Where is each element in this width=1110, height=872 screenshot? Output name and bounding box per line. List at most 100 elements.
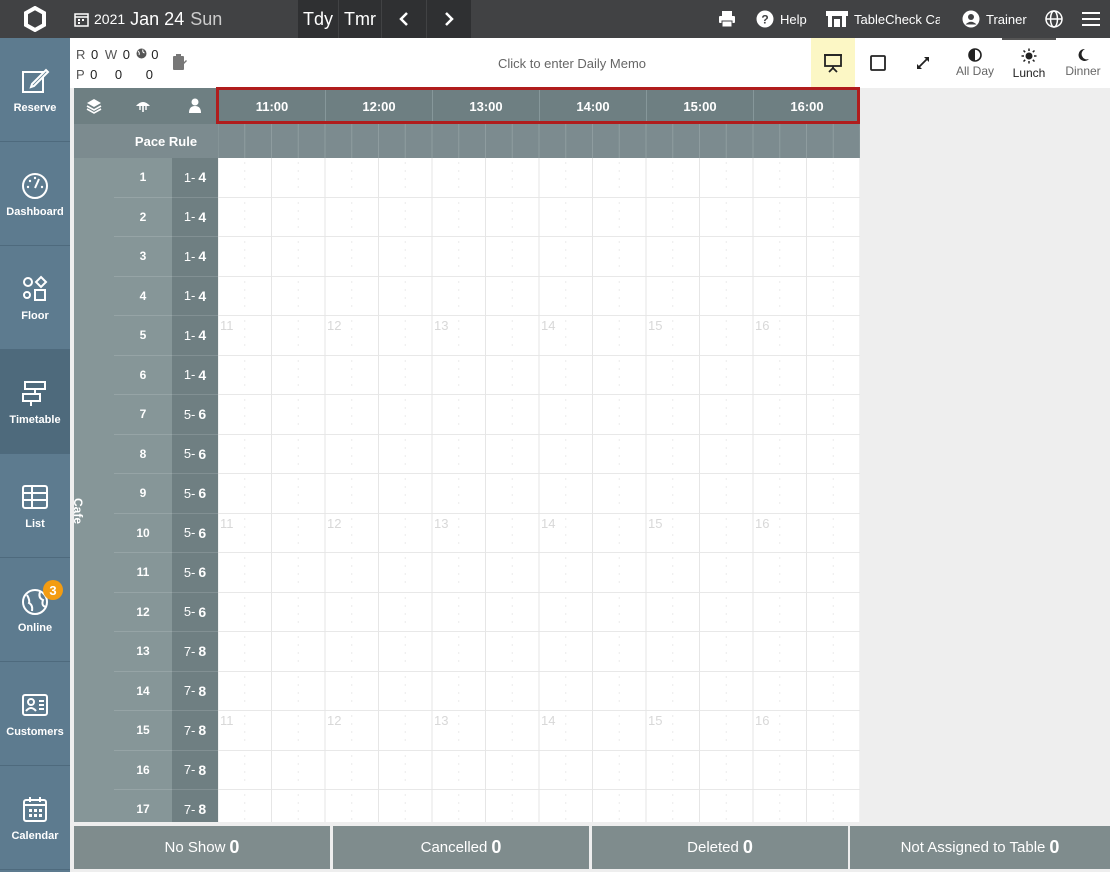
table-number[interactable]: 9	[114, 474, 172, 514]
time-slots[interactable]	[218, 158, 860, 198]
table-number[interactable]: 11	[114, 553, 172, 593]
not-assigned-button[interactable]: Not Assigned to Table 0	[850, 826, 1110, 869]
time-slots[interactable]	[218, 632, 860, 672]
user-name: Trainer	[986, 11, 1027, 27]
capacity-dash: -	[191, 406, 196, 422]
deleted-button[interactable]: Deleted 0	[592, 826, 848, 869]
nav-list[interactable]: List	[0, 454, 70, 558]
next-day-button[interactable]	[427, 0, 471, 38]
nav-customers[interactable]: Customers	[0, 662, 70, 766]
time-slots[interactable]: 11 12 13 14 15 16	[218, 513, 860, 554]
capacity-dash: -	[191, 801, 196, 817]
area-column-header[interactable]	[114, 88, 172, 124]
period-all-day[interactable]: All Day	[948, 38, 1002, 88]
table-number[interactable]: 6	[114, 355, 172, 395]
time-slots[interactable]	[218, 434, 860, 475]
prev-day-button[interactable]	[382, 0, 426, 38]
not-assigned-count: 0	[1049, 837, 1060, 857]
table-number[interactable]: 4	[114, 276, 172, 316]
time-slots[interactable]	[218, 750, 860, 791]
capacity-min: 1	[183, 209, 192, 225]
area-name: Cafe	[74, 498, 85, 525]
print-button[interactable]	[718, 0, 736, 38]
table-number[interactable]: 3	[114, 237, 172, 277]
help-label: Help	[780, 11, 807, 27]
capacity-column-header[interactable]	[172, 88, 218, 124]
presentation-view-button[interactable]	[811, 38, 855, 88]
table-number[interactable]: 2	[114, 197, 172, 237]
shop-selector[interactable]: TableCheck Cal	[826, 0, 940, 38]
layers-button[interactable]	[74, 88, 114, 124]
table-number[interactable]: 5	[114, 316, 172, 356]
cancelled-label: Cancelled	[420, 839, 488, 856]
date-picker[interactable]: 2021 Jan 24 Sun	[74, 0, 222, 38]
period-dinner[interactable]: Dinner	[1056, 38, 1110, 88]
table-number[interactable]: 13	[114, 632, 172, 672]
capacity-min: 1	[183, 288, 192, 304]
nav-label-list: List	[25, 517, 45, 530]
time-slots[interactable]	[218, 197, 860, 238]
cancelled-button[interactable]: Cancelled 0	[333, 826, 589, 869]
area-label-cafe: Cafe	[74, 158, 114, 822]
nav-dashboard[interactable]: Dashboard	[0, 142, 70, 246]
nav-online[interactable]: 3 Online	[0, 558, 70, 662]
stats-bottom: P 0 0 0	[76, 67, 153, 82]
table-number[interactable]: 8	[114, 434, 172, 474]
nav-floor[interactable]: Floor	[0, 246, 70, 350]
no-show-button[interactable]: No Show 0	[74, 826, 330, 869]
time-slots[interactable]	[218, 790, 860, 822]
time-slots[interactable]	[218, 474, 860, 514]
calendar-icon	[23, 796, 47, 822]
stat-p-value: 0	[90, 67, 98, 82]
table-number[interactable]: 15	[114, 711, 172, 751]
nav-reserve[interactable]: Reserve	[0, 38, 70, 142]
table-number[interactable]: 10	[114, 513, 172, 553]
nav-label-dashboard: Dashboard	[6, 205, 64, 218]
user-menu[interactable]: Trainer	[962, 0, 1027, 38]
time-slots[interactable]	[218, 592, 860, 633]
capacity-dash: -	[191, 485, 196, 501]
time-slots[interactable]	[218, 671, 860, 712]
stat-p3-value: 0	[145, 67, 154, 82]
table-number[interactable]: 14	[114, 671, 172, 711]
nav-calendar[interactable]: Calendar	[0, 766, 70, 870]
capacity-dash: -	[191, 722, 196, 738]
period-lunch[interactable]: Lunch	[1002, 38, 1056, 88]
hour-watermark: 16	[755, 318, 770, 333]
capacity-max: 4	[198, 169, 207, 186]
capacity-min: 5	[183, 446, 192, 462]
menu-button[interactable]	[1082, 0, 1100, 38]
app-logo-icon[interactable]	[0, 0, 70, 38]
time-slots[interactable]	[218, 276, 860, 317]
hour-watermark: 12	[327, 318, 342, 333]
expand-button[interactable]	[901, 38, 945, 88]
table-capacity: 5 -6	[172, 553, 218, 593]
nav-timetable[interactable]: Timetable	[0, 350, 70, 454]
expand-icon	[917, 57, 929, 69]
capacity-min: 1	[183, 169, 192, 185]
square-view-button[interactable]	[856, 38, 900, 88]
store-icon	[826, 11, 848, 27]
memo-clipboard-button[interactable]	[166, 38, 192, 88]
time-slots[interactable]	[218, 237, 860, 277]
help-button[interactable]: ? Help	[756, 0, 807, 38]
capacity-max: 8	[198, 682, 207, 699]
time-slots[interactable]	[218, 355, 860, 396]
capacity-max: 6	[198, 564, 207, 581]
time-slots[interactable]	[218, 395, 860, 435]
time-slots[interactable]: 11 12 13 14 15 16	[218, 316, 860, 356]
tomorrow-button[interactable]: Tmr	[339, 0, 381, 38]
table-number[interactable]: 7	[114, 395, 172, 435]
table-capacity: 1 -4	[172, 197, 218, 237]
capacity-min: 7	[183, 683, 192, 699]
daily-memo[interactable]: Click to enter Daily Memo	[262, 38, 882, 88]
table-number[interactable]: 17	[114, 790, 172, 822]
language-button[interactable]	[1045, 0, 1063, 38]
time-slots[interactable]	[218, 553, 860, 593]
table-number[interactable]: 12	[114, 592, 172, 632]
today-button[interactable]: Tdy	[298, 0, 338, 38]
table-number[interactable]: 1	[114, 158, 172, 198]
table-number[interactable]: 16	[114, 750, 172, 790]
time-slots[interactable]: 11 12 13 14 15 16	[218, 711, 860, 751]
capacity-max: 4	[198, 287, 207, 304]
